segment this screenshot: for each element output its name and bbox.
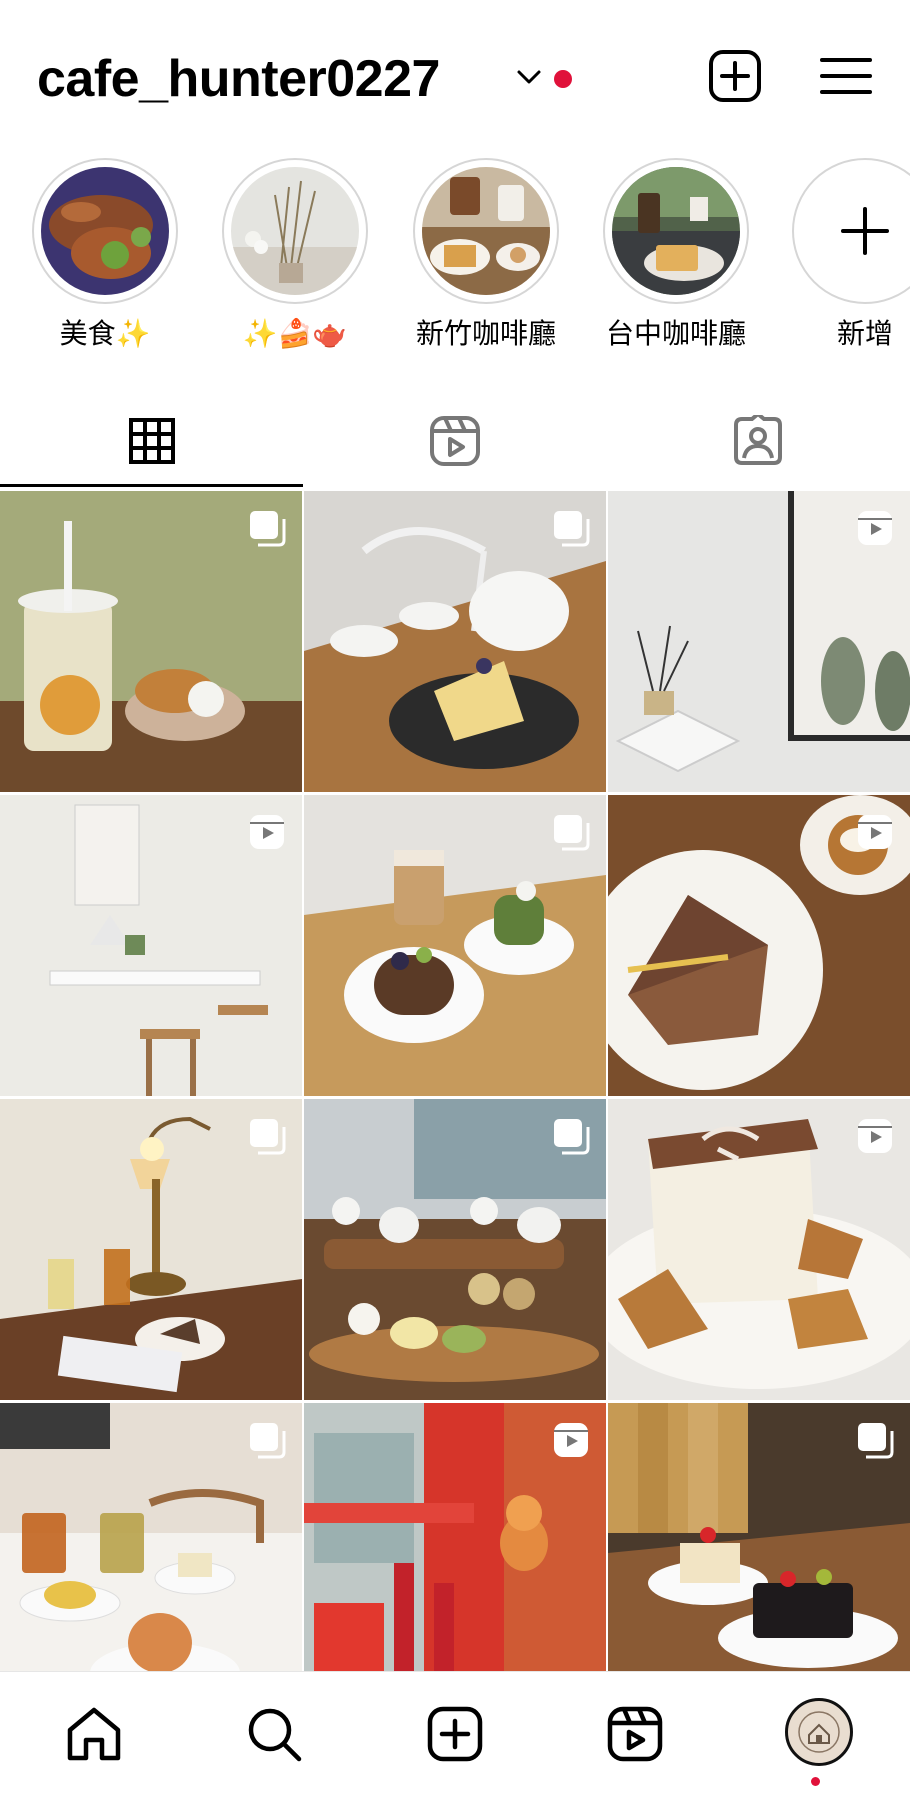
reel-icon [250, 815, 284, 849]
tab-posts-grid[interactable] [0, 395, 303, 487]
highlight-ring [792, 158, 910, 304]
grid-post[interactable] [0, 1403, 302, 1704]
grid-post[interactable] [608, 1099, 910, 1400]
bottom-nav [0, 1671, 910, 1800]
highlight-ring [603, 158, 749, 304]
tagged-person-icon [733, 415, 782, 465]
reel-icon [858, 511, 892, 545]
notification-dot [811, 1777, 820, 1786]
reel-icon [858, 815, 892, 849]
carousel-icon [554, 1119, 590, 1155]
carousel-icon [250, 511, 286, 547]
home-icon[interactable] [64, 1704, 124, 1764]
highlight-label: ✨🍰🫖 [242, 317, 348, 350]
highlight-label: 新增 [836, 317, 893, 350]
grid-post[interactable] [608, 795, 910, 1096]
profile-tabs [0, 395, 910, 487]
grid-post[interactable] [0, 1099, 302, 1400]
grid-post[interactable] [608, 1403, 910, 1704]
reels-icon[interactable] [605, 1704, 665, 1764]
hamburger-menu-icon[interactable] [818, 48, 874, 104]
grid-post[interactable] [304, 1099, 606, 1400]
grid-post[interactable] [608, 491, 910, 792]
avatar-image [790, 1703, 848, 1761]
highlight-label: 台中咖啡廳 [605, 317, 746, 350]
carousel-icon [858, 1423, 894, 1459]
tab-tagged[interactable] [606, 395, 909, 487]
search-icon[interactable] [244, 1704, 304, 1764]
grid-post[interactable] [304, 795, 606, 1096]
carousel-icon [554, 815, 590, 851]
highlight-ring [413, 158, 559, 304]
reel-icon [554, 1423, 588, 1457]
grid-post[interactable] [0, 795, 302, 1096]
plus-square-icon[interactable] [707, 48, 763, 104]
plus-icon [841, 207, 889, 255]
highlight-cover [422, 167, 550, 295]
highlight-ring [32, 158, 178, 304]
reels-icon [429, 416, 480, 466]
carousel-icon [250, 1119, 286, 1155]
highlight-cover [231, 167, 359, 295]
carousel-icon [250, 1423, 286, 1459]
highlight-hsinchu-cafe[interactable]: 新竹咖啡廳 [411, 158, 561, 352]
active-tab-indicator [0, 484, 303, 487]
chevron-down-icon[interactable] [515, 66, 543, 88]
highlight-taichung-cafe[interactable]: 台中咖啡廳 [601, 158, 751, 352]
notification-dot [554, 70, 572, 88]
highlight-label: 美食✨ [59, 317, 151, 350]
tab-reels[interactable] [303, 395, 606, 487]
highlight-label: 新竹咖啡廳 [415, 317, 556, 350]
highlight-cover [612, 167, 740, 295]
username[interactable]: cafe_hunter0227 [37, 46, 440, 112]
highlight-cover [41, 167, 169, 295]
profile-header: cafe_hunter0227 [0, 0, 910, 150]
highlight-new[interactable]: 新增 [790, 158, 910, 352]
plus-square-icon[interactable] [425, 1704, 485, 1764]
highlight-food[interactable]: 美食✨ [30, 158, 180, 352]
grid-icon [128, 418, 175, 464]
grid-post[interactable] [0, 491, 302, 792]
carousel-icon [554, 511, 590, 547]
highlight-ring [222, 158, 368, 304]
highlight-desserts[interactable]: ✨🍰🫖 [220, 158, 370, 352]
grid-post[interactable] [304, 491, 606, 792]
avatar[interactable] [785, 1698, 853, 1766]
grid-post[interactable] [304, 1403, 606, 1704]
posts-grid [0, 491, 910, 1704]
reel-icon [858, 1119, 892, 1153]
